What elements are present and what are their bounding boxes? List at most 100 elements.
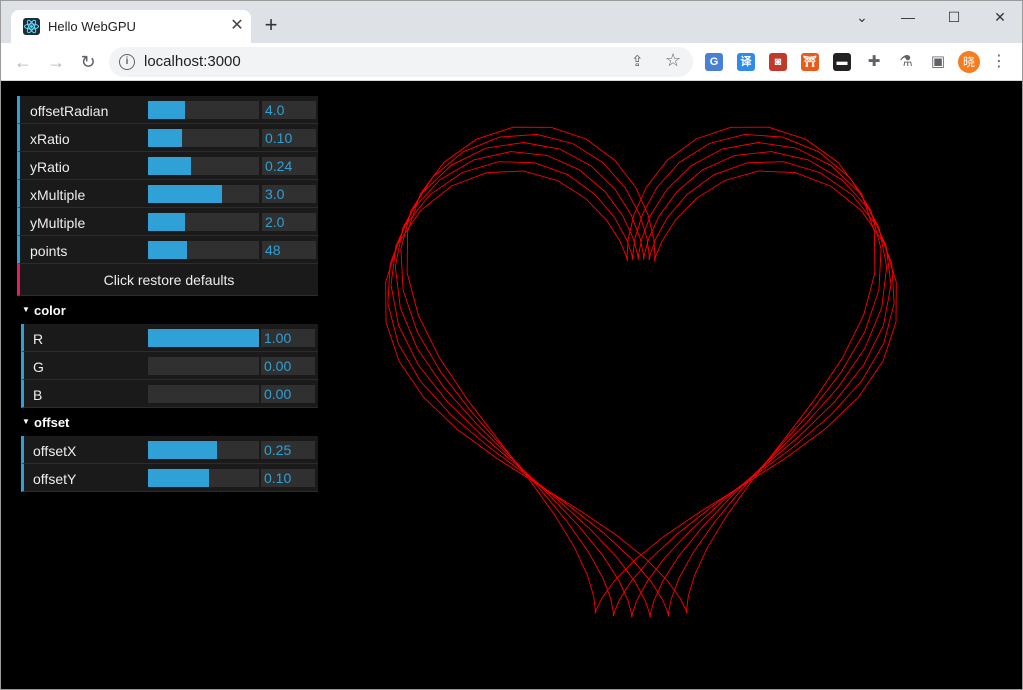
control-row-offsety: offsetY 0.10 — [21, 464, 318, 492]
main-controls: offsetRadian 4.0 xRatio 0.10 yRatio 0.24 xMult… — [17, 96, 318, 264]
slider-track[interactable] — [148, 185, 259, 203]
url-text[interactable]: localhost:3000 — [144, 53, 241, 70]
address-bar[interactable]: i localhost:3000 ⇪ ☆ — [109, 47, 693, 77]
extension-dark-icon[interactable]: ▬ — [833, 53, 851, 71]
slider-track[interactable] — [148, 101, 259, 119]
slider-track[interactable] — [148, 157, 259, 175]
profile-avatar[interactable]: 晓 — [958, 51, 980, 73]
slider-track[interactable] — [148, 441, 259, 459]
flask-icon[interactable]: ⚗ — [897, 53, 915, 71]
control-row-points: points 48 — [17, 236, 318, 264]
value-input[interactable]: 4.0 — [262, 101, 316, 119]
forward-arrow-icon[interactable]: → — [43, 49, 69, 75]
slider-track[interactable] — [148, 385, 259, 403]
value-input[interactable]: 3.0 — [262, 185, 316, 203]
control-row-xmultiple: xMultiple 3.0 — [17, 180, 318, 208]
value-input[interactable]: 48 — [262, 241, 316, 259]
tab-search-chevron-icon[interactable]: ⌄ — [839, 5, 885, 29]
control-row-xratio: xRatio 0.10 — [17, 124, 318, 152]
tab-strip: Hello WebGPU ✕ + ⌄ — ☐ ✕ — [1, 1, 1022, 43]
kebab-menu-icon[interactable]: ⋮ — [991, 51, 1007, 73]
control-label: G — [33, 359, 44, 375]
value-input[interactable]: 2.0 — [262, 213, 316, 231]
folder-color-name: color — [34, 303, 66, 318]
slider-track[interactable] — [148, 241, 259, 259]
slider-track[interactable] — [148, 129, 259, 147]
value-input[interactable]: 0.10 — [262, 129, 316, 147]
control-label: B — [33, 387, 43, 403]
reload-icon[interactable]: ↻ — [75, 49, 101, 75]
share-icon[interactable]: ⇪ — [631, 52, 644, 70]
control-label: xMultiple — [30, 187, 86, 203]
sidepanel-icon[interactable]: ▣ — [929, 53, 947, 71]
value-input[interactable]: 0.25 — [261, 441, 315, 459]
puzzle-icon[interactable]: ✚ — [865, 53, 883, 71]
control-label: points — [30, 243, 68, 259]
folder-collapse-icon: ▼ — [22, 417, 30, 426]
control-row-b: B 0.00 — [21, 380, 318, 408]
tab-title: Hello WebGPU — [48, 19, 136, 34]
bookmark-star-icon[interactable]: ☆ — [665, 50, 681, 71]
webgpu-canvas-area: offsetRadian 4.0 xRatio 0.10 yRatio 0.24 xMult… — [1, 81, 1022, 689]
control-row-offsetradian: offsetRadian 4.0 — [17, 96, 318, 124]
heart-render — [385, 126, 897, 618]
slider-fill — [148, 329, 259, 347]
google-translate-icon[interactable]: G — [705, 53, 723, 71]
slider-fill — [148, 213, 185, 231]
tab-hello-webgpu[interactable]: Hello WebGPU ✕ — [11, 10, 251, 43]
control-row-ymultiple: yMultiple 2.0 — [17, 208, 318, 236]
extension-orange-icon[interactable]: ⛩ — [801, 53, 819, 71]
folder-color-title[interactable]: ▼ color — [17, 296, 318, 324]
slider-fill — [148, 101, 185, 119]
slider-track[interactable] — [148, 469, 259, 487]
slider-fill — [148, 185, 223, 203]
value-input[interactable]: 1.00 — [261, 329, 315, 347]
control-panel: offsetRadian 4.0 xRatio 0.10 yRatio 0.24 xMult… — [17, 96, 318, 492]
close-window-icon[interactable]: ✕ — [977, 5, 1022, 29]
value-input[interactable]: 0.24 — [262, 157, 316, 175]
value-input[interactable]: 0.00 — [261, 357, 315, 375]
tab-close-icon[interactable]: ✕ — [227, 16, 247, 36]
control-row-yratio: yRatio 0.24 — [17, 152, 318, 180]
maximize-icon[interactable]: ☐ — [931, 5, 977, 29]
slider-fill — [148, 157, 192, 175]
control-label: offsetY — [33, 471, 77, 487]
control-label: yRatio — [30, 159, 70, 175]
control-row-r: R 1.00 — [21, 324, 318, 352]
value-input[interactable]: 0.00 — [261, 385, 315, 403]
color-controls: R 1.00 G 0.00 B 0.00 — [17, 324, 318, 408]
slider-fill — [148, 241, 187, 259]
folder-offset-title[interactable]: ▼ offset — [17, 408, 318, 436]
heart-outline — [387, 133, 882, 617]
control-label: offsetX — [33, 443, 77, 459]
new-tab-button[interactable]: + — [259, 13, 283, 37]
control-row-g: G 0.00 — [21, 352, 318, 380]
restore-defaults-label: Click restore defaults — [103, 272, 235, 288]
slider-track[interactable] — [148, 357, 259, 375]
restore-defaults-button[interactable]: Click restore defaults — [17, 264, 318, 296]
browser-window: Hello WebGPU ✕ + ⌄ — ☐ ✕ ← → ↻ i localho… — [0, 0, 1023, 690]
control-label: R — [33, 331, 44, 347]
control-label: offsetRadian — [30, 103, 109, 119]
heart-outline — [400, 133, 895, 617]
translate-icon[interactable]: 译 — [737, 53, 755, 71]
heart-outline — [406, 126, 897, 614]
control-label: yMultiple — [30, 215, 86, 231]
site-info-icon[interactable]: i — [119, 54, 135, 70]
react-favicon-icon — [23, 18, 40, 35]
folder-collapse-icon: ▼ — [22, 305, 30, 314]
slider-fill — [148, 441, 218, 459]
heart-outline — [385, 126, 876, 614]
extension-red-icon[interactable]: ◙ — [769, 53, 787, 71]
folder-offset-name: offset — [34, 415, 70, 430]
slider-fill — [148, 469, 210, 487]
slider-fill — [148, 129, 183, 147]
browser-toolbar: ← → ↻ i localhost:3000 ⇪ ☆ G 译 ◙ ⛩ ▬ ✚ ⚗ ▣ 晓 ⋮ — [1, 43, 1022, 81]
back-arrow-icon[interactable]: ← — [10, 49, 36, 75]
value-input[interactable]: 0.10 — [261, 469, 315, 487]
minimize-icon[interactable]: — — [885, 5, 931, 29]
slider-track[interactable] — [148, 329, 259, 347]
control-row-offsetx: offsetX 0.25 — [21, 436, 318, 464]
slider-track[interactable] — [148, 213, 259, 231]
offset-controls: offsetX 0.25 offsetY 0.10 — [17, 436, 318, 492]
